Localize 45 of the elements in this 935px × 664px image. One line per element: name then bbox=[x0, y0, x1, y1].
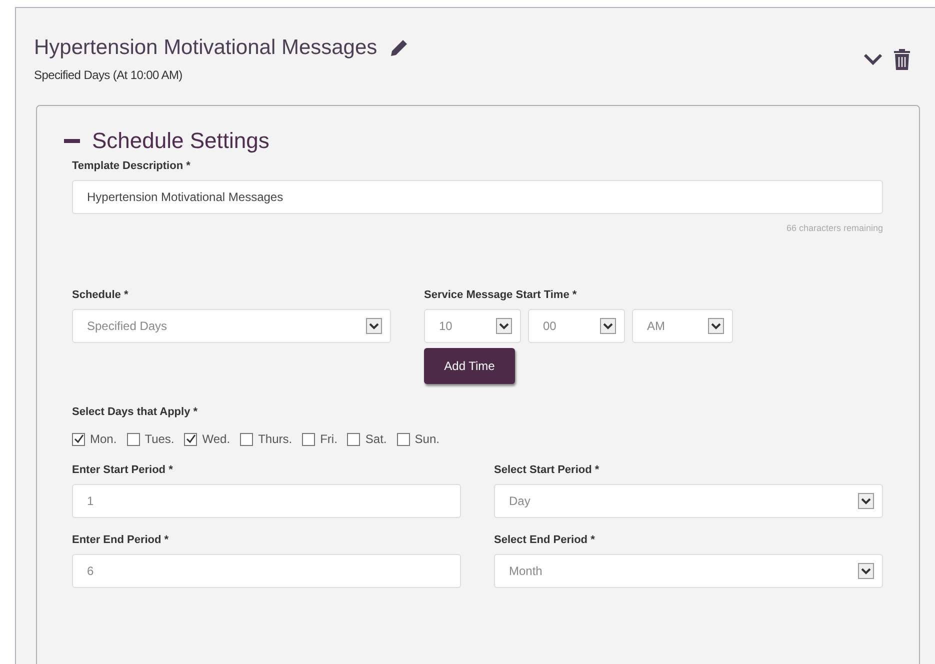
caret-icon bbox=[858, 563, 874, 579]
dropdown[interactable]: Specified Days bbox=[72, 309, 391, 343]
caret-icon bbox=[496, 318, 512, 334]
template-subtitle: Specified Days (At 10:00 AM) bbox=[34, 68, 184, 82]
checkbox[interactable] bbox=[184, 432, 198, 446]
pencil-icon[interactable] bbox=[389, 38, 410, 58]
section-title: Schedule Settings bbox=[92, 128, 270, 154]
field-label: Template Description * bbox=[72, 160, 192, 172]
dropdown[interactable]: AM bbox=[632, 309, 733, 343]
day-label: Tues. bbox=[144, 432, 174, 446]
caret-icon bbox=[858, 493, 874, 509]
input-field[interactable]: 6 bbox=[72, 554, 461, 588]
field-label: Enter Start Period * bbox=[72, 464, 174, 476]
chevron-down-icon[interactable] bbox=[863, 52, 883, 66]
caret-icon bbox=[366, 318, 382, 334]
day-label: Sun. bbox=[414, 432, 440, 446]
checkbox[interactable] bbox=[72, 432, 85, 446]
template-title: Hypertension Motivational Messages bbox=[34, 36, 378, 60]
dropdown[interactable]: 10 bbox=[424, 309, 521, 343]
field-label: Enter End Period * bbox=[72, 534, 170, 546]
day-label: Wed. bbox=[202, 432, 230, 446]
caret-icon bbox=[708, 318, 724, 334]
field-label: Select Days that Apply * bbox=[72, 406, 199, 418]
checkbox[interactable] bbox=[396, 432, 410, 446]
checkbox[interactable] bbox=[302, 432, 316, 446]
dropdown[interactable]: Day bbox=[494, 484, 883, 518]
caret-icon bbox=[600, 318, 616, 334]
dropdown[interactable]: Month bbox=[494, 554, 883, 588]
trash-icon[interactable] bbox=[893, 48, 911, 70]
field-label: Service Message Start Time * bbox=[424, 289, 578, 301]
character-counter: 66 characters remaining bbox=[785, 223, 883, 233]
input-field[interactable]: Hypertension Motivational Messages bbox=[72, 180, 883, 214]
field-label: Select Start Period * bbox=[494, 464, 600, 476]
dropdown[interactable]: 00 bbox=[528, 309, 625, 343]
checkbox[interactable] bbox=[126, 432, 140, 446]
input-field[interactable]: 1 bbox=[72, 484, 461, 518]
add-time-button[interactable]: Add Time bbox=[424, 348, 515, 384]
field-label: Select End Period * bbox=[494, 534, 596, 546]
checkbox[interactable] bbox=[240, 432, 254, 446]
field-label: Schedule * bbox=[72, 289, 130, 301]
checkbox[interactable] bbox=[347, 432, 360, 446]
day-label: Sat. bbox=[365, 432, 387, 446]
day-label: Fri. bbox=[320, 432, 338, 446]
day-label: Thurs. bbox=[258, 432, 292, 446]
day-label: Mon. bbox=[90, 432, 117, 446]
